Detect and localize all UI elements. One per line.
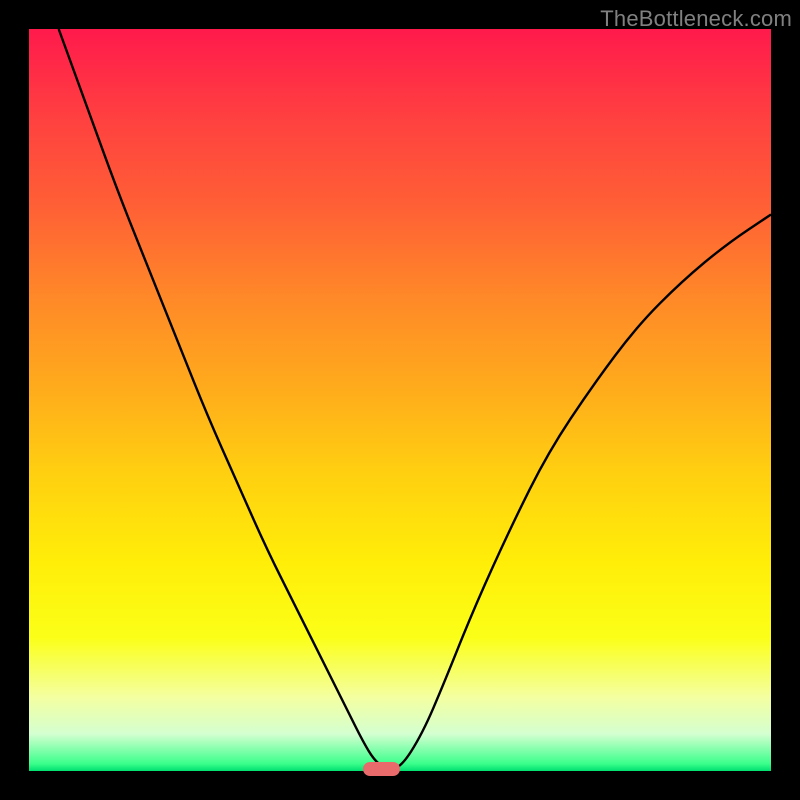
chart-minimum-marker [363, 762, 400, 776]
watermark-text: TheBottleneck.com [600, 6, 792, 32]
chart-plot-area [29, 29, 771, 771]
chart-curve-path [59, 29, 771, 769]
chart-stage: TheBottleneck.com [0, 0, 800, 800]
chart-curve-svg [29, 29, 771, 771]
